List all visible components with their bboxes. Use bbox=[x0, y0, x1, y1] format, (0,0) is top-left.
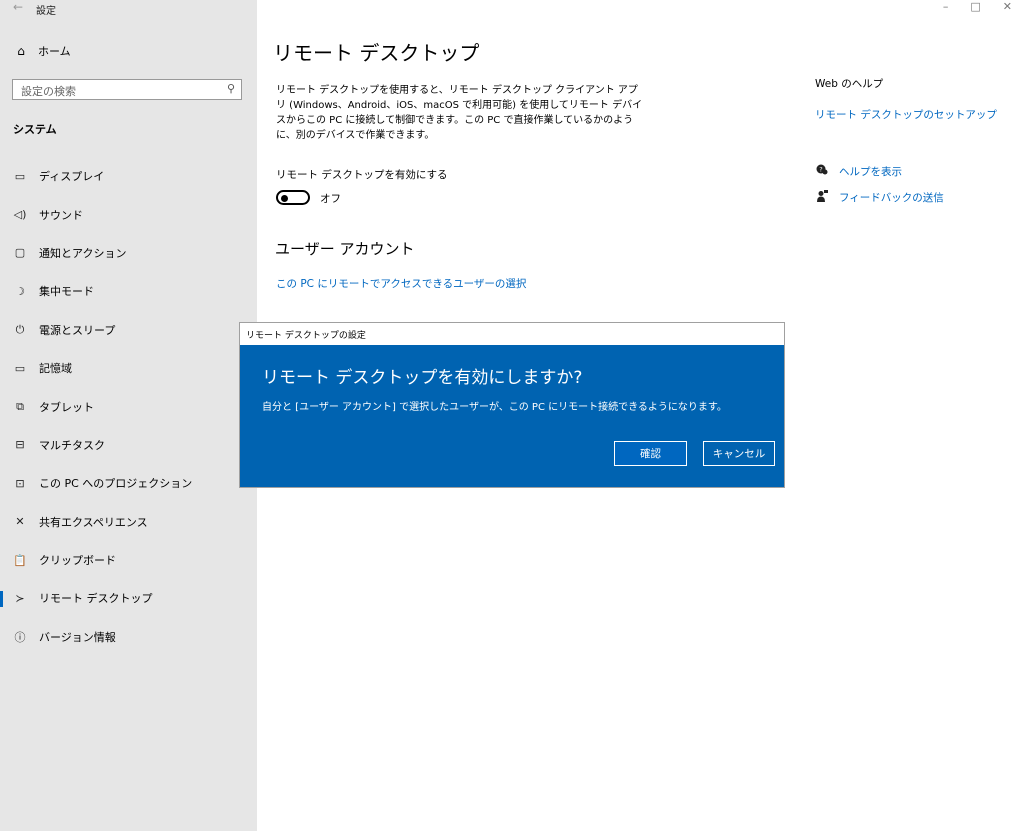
svg-text:?: ? bbox=[819, 165, 822, 173]
show-help-link[interactable]: ? ヘルプを表示 bbox=[815, 158, 944, 184]
notification-icon: ▢ bbox=[14, 246, 26, 260]
sidebar-item-storage[interactable]: ▭ 記憶域 bbox=[0, 349, 257, 387]
sidebar: ← 設定 ⌂ ホーム ⚲ システム ▭ ディスプレイ ◁) サウンド ▢ 通知と… bbox=[0, 0, 257, 831]
description-text: リモート デスクトップを使用すると、リモート デスクトップ クライアント アプリ… bbox=[276, 85, 643, 141]
sidebar-item-tablet[interactable]: ⧉ タブレット bbox=[0, 387, 257, 425]
feedback-person-icon bbox=[815, 189, 829, 205]
setup-help-link[interactable]: リモート デスクトップのセットアップ bbox=[815, 107, 1015, 122]
toggle-state-label: オフ bbox=[320, 193, 341, 205]
show-help-label: ヘルプを表示 bbox=[839, 165, 902, 178]
clipboard-icon: 📋 bbox=[13, 553, 27, 567]
feedback-label: フィードバックの送信 bbox=[839, 191, 944, 204]
multitask-icon: ⊟ bbox=[15, 438, 25, 452]
dialog-message: 自分と [ユーザー アカウント] で選択したユーザーが、この PC にリモート接… bbox=[262, 402, 727, 413]
help-panel: Web のヘルプ リモート デスクトップのセットアップ bbox=[815, 76, 1015, 122]
projection-icon: ⊡ bbox=[15, 476, 25, 490]
sidebar-item-display[interactable]: ▭ ディスプレイ bbox=[0, 157, 257, 195]
window-controls: – □ ✕ bbox=[943, 0, 1012, 13]
sidebar-item-label: サウンド bbox=[39, 208, 83, 222]
sidebar-item-label: リモート デスクトップ bbox=[39, 592, 153, 606]
sidebar-item-focus-assist[interactable]: ☽ 集中モード bbox=[0, 272, 257, 310]
info-icon: ⓘ bbox=[14, 630, 26, 644]
section-title: システム bbox=[13, 123, 57, 136]
power-icon: ⏻ bbox=[15, 322, 25, 336]
sidebar-item-label: 電源とスリープ bbox=[39, 323, 116, 337]
sidebar-item-label: マルチタスク bbox=[39, 438, 105, 452]
sidebar-item-clipboard[interactable]: 📋 クリップボード bbox=[0, 541, 257, 579]
maximize-icon[interactable]: □ bbox=[970, 0, 980, 13]
home-label: ホーム bbox=[38, 45, 71, 58]
sidebar-item-shared-experiences[interactable]: ✕ 共有エクスペリエンス bbox=[0, 503, 257, 541]
cancel-button[interactable]: キャンセル bbox=[703, 441, 775, 466]
storage-icon: ▭ bbox=[14, 361, 26, 375]
home-icon: ⌂ bbox=[17, 44, 25, 58]
toggle-label: リモート デスクトップを有効にする bbox=[276, 169, 448, 181]
sidebar-item-label: クリップボード bbox=[39, 554, 116, 568]
sidebar-item-multitasking[interactable]: ⊟ マルチタスク bbox=[0, 426, 257, 464]
sidebar-item-label: 通知とアクション bbox=[39, 246, 127, 260]
sidebar-item-label: タブレット bbox=[39, 400, 94, 414]
remote-desktop-toggle[interactable] bbox=[276, 190, 310, 205]
title-bar: ← 設定 bbox=[0, 0, 257, 20]
page-title: リモート デスクトップ bbox=[273, 41, 480, 65]
confirm-button[interactable]: 確認 bbox=[614, 441, 687, 466]
help-chat-icon: ? bbox=[815, 164, 829, 179]
back-arrow-icon[interactable]: ← bbox=[13, 0, 23, 14]
sidebar-item-projection[interactable]: ⊡ この PC へのプロジェクション bbox=[0, 464, 257, 502]
sidebar-item-label: 共有エクスペリエンス bbox=[39, 515, 148, 529]
tablet-icon: ⧉ bbox=[16, 399, 24, 413]
sidebar-item-remote-desktop[interactable]: ≻ リモート デスクトップ bbox=[0, 579, 257, 617]
shared-experiences-icon: ✕ bbox=[15, 515, 25, 529]
speaker-icon: ◁) bbox=[13, 208, 27, 222]
sidebar-item-label: この PC へのプロジェクション bbox=[39, 477, 193, 491]
home-nav-item[interactable]: ⌂ ホーム bbox=[14, 43, 71, 59]
sidebar-item-power-sleep[interactable]: ⏻ 電源とスリープ bbox=[0, 311, 257, 349]
sidebar-item-notifications[interactable]: ▢ 通知とアクション bbox=[0, 234, 257, 272]
select-users-link[interactable]: この PC にリモートでアクセスできるユーザーの選択 bbox=[276, 276, 526, 291]
dialog-heading: リモート デスクトップを有効にしますか? bbox=[262, 368, 583, 388]
moon-icon: ☽ bbox=[15, 284, 25, 298]
sidebar-item-label: ディスプレイ bbox=[39, 170, 105, 184]
sidebar-nav: ▭ ディスプレイ ◁) サウンド ▢ 通知とアクション ☽ 集中モード ⏻ 電源… bbox=[0, 157, 257, 656]
dialog-title-bar: リモート デスクトップの設定 bbox=[240, 323, 784, 345]
search-input[interactable] bbox=[21, 82, 211, 101]
sidebar-item-sound[interactable]: ◁) サウンド bbox=[0, 195, 257, 233]
remote-desktop-icon: ≻ bbox=[15, 591, 25, 605]
settings-search-box[interactable]: ⚲ bbox=[12, 79, 242, 101]
user-accounts-heading: ユーザー アカウント bbox=[275, 240, 415, 258]
help-actions: ? ヘルプを表示 フィードバックの送信 bbox=[815, 158, 944, 210]
sidebar-item-label: 記憶域 bbox=[39, 362, 72, 376]
sidebar-item-label: 集中モード bbox=[39, 285, 94, 299]
monitor-icon: ▭ bbox=[14, 169, 26, 183]
app-title: 設定 bbox=[36, 6, 56, 17]
minimize-icon[interactable]: – bbox=[943, 0, 949, 13]
close-icon[interactable]: ✕ bbox=[1003, 0, 1012, 13]
search-icon[interactable]: ⚲ bbox=[227, 82, 235, 95]
confirm-dialog: リモート デスクトップの設定 リモート デスクトップを有効にしますか? 自分と … bbox=[239, 322, 785, 488]
sidebar-item-about[interactable]: ⓘ バージョン情報 bbox=[0, 618, 257, 656]
sidebar-item-label: バージョン情報 bbox=[39, 630, 116, 644]
feedback-link[interactable]: フィードバックの送信 bbox=[815, 184, 944, 210]
web-help-title: Web のヘルプ bbox=[815, 78, 884, 90]
